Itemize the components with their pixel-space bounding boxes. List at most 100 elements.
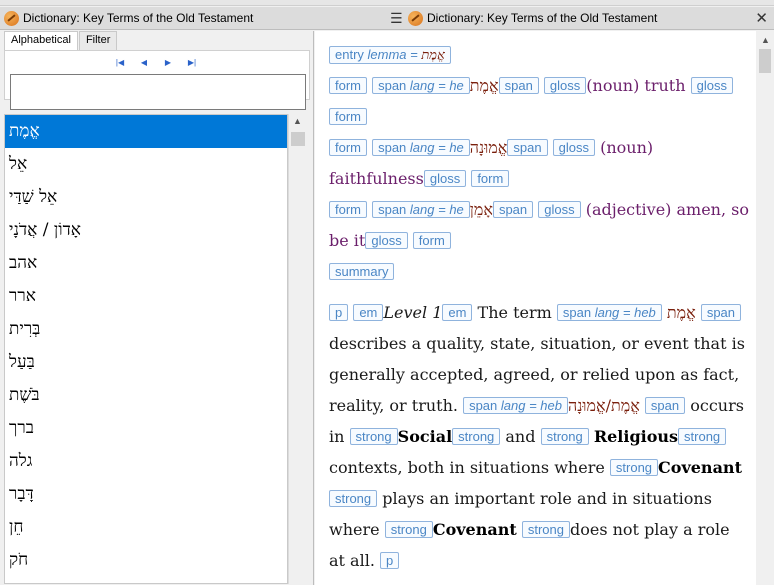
list-item[interactable]: אֵל שַׁדַּי bbox=[5, 181, 287, 214]
word-list-scrollbar[interactable]: ▲ bbox=[288, 114, 307, 584]
list-item[interactable]: גלה bbox=[5, 445, 287, 478]
form-close-tag[interactable]: form bbox=[329, 108, 367, 125]
scroll-up-icon[interactable]: ▲ bbox=[761, 35, 770, 45]
list-item[interactable]: ברך bbox=[5, 412, 287, 445]
scroll-thumb[interactable] bbox=[759, 49, 771, 73]
search-input[interactable] bbox=[10, 74, 306, 110]
close-icon[interactable]: ✕ bbox=[755, 9, 768, 27]
nav-panel: |◀ ◀ ▶ ▶| bbox=[4, 50, 310, 110]
form-close-tag[interactable]: form bbox=[471, 170, 510, 187]
span-close-tag[interactable]: span bbox=[492, 201, 534, 218]
prev-icon[interactable]: ◀ bbox=[135, 56, 153, 70]
strong-tag[interactable]: strong bbox=[540, 428, 589, 445]
article-pane: entry lemma = אֱמֶת form span lang = he א… bbox=[315, 31, 756, 585]
list-item[interactable]: ארר bbox=[5, 280, 287, 313]
list-item-label: אָדוֹן / אֲדֹנָי bbox=[9, 220, 81, 240]
form-tag[interactable]: form bbox=[329, 139, 367, 156]
form-block-1: form span lang = he אֱמֶת span gloss (noun)… bbox=[329, 70, 749, 132]
list-item-label: דָּבָר bbox=[9, 484, 34, 504]
p-tag[interactable]: p bbox=[329, 304, 349, 321]
list-item[interactable]: אהב bbox=[5, 247, 287, 280]
right-titlebar[interactable]: ☰ Dictionary: Key Terms of the Old Testa… bbox=[386, 7, 774, 30]
tab-alphabetical[interactable]: Alphabetical bbox=[4, 31, 78, 50]
span-close-tag[interactable]: span bbox=[507, 139, 548, 156]
form-close-tag[interactable]: form bbox=[412, 232, 451, 249]
strong-close-tag[interactable]: strong bbox=[329, 490, 378, 507]
right-window-title: Dictionary: Key Terms of the Old Testame… bbox=[427, 11, 658, 25]
strong-close-tag[interactable]: strong bbox=[678, 428, 727, 445]
span-close-tag[interactable]: span bbox=[700, 304, 742, 321]
heb-term-1: אֱמֶת bbox=[666, 303, 696, 322]
entry-tag[interactable]: entry lemma = אֱמֶת bbox=[329, 46, 451, 64]
tab-filter[interactable]: Filter bbox=[78, 31, 118, 50]
list-item[interactable]: חֵן bbox=[5, 511, 287, 544]
tab-strip: Alphabetical Filter bbox=[4, 31, 118, 50]
span-lang-tag[interactable]: span lang = he bbox=[372, 139, 470, 156]
article-content: entry lemma = אֱמֶת form span lang = he א… bbox=[329, 39, 749, 576]
strong-tag[interactable]: strong bbox=[384, 521, 433, 538]
text-contexts: contexts, both in situations where bbox=[329, 458, 605, 477]
app-root: Dictionary: Key Terms of the Old Testame… bbox=[0, 0, 774, 585]
heb-term-2: אֱמֶת/אֱמוּנָה bbox=[568, 396, 640, 415]
span-lang-heb-tag[interactable]: span lang = heb bbox=[556, 304, 662, 321]
summary-line: summary bbox=[329, 256, 749, 287]
em-tag[interactable]: em bbox=[353, 304, 384, 321]
gloss-tag[interactable]: gloss bbox=[552, 139, 596, 156]
summary-tag[interactable]: summary bbox=[329, 263, 395, 280]
span-close-tag[interactable]: span bbox=[498, 77, 539, 94]
left-titlebar[interactable]: Dictionary: Key Terms of the Old Testame… bbox=[0, 7, 386, 30]
list-item-label: אֵל שַׁדַּי bbox=[9, 187, 58, 207]
level-label: Level 1 bbox=[383, 303, 443, 322]
form-block-2: form span lang = he אֱמוּנָה span gloss (n… bbox=[329, 132, 749, 194]
list-item[interactable]: אֵל bbox=[5, 148, 287, 181]
list-item-label: אֵל bbox=[9, 154, 28, 174]
list-item-label: בַּעַל bbox=[9, 352, 35, 372]
strong-tag[interactable]: strong bbox=[349, 428, 398, 445]
list-item[interactable]: אֱמֶת bbox=[5, 115, 287, 148]
list-item-label: בְּרִית bbox=[9, 319, 41, 339]
form-tag[interactable]: form bbox=[329, 201, 367, 218]
list-item-label: ארר bbox=[9, 286, 36, 306]
list-item-label: בֹּשֶׁת bbox=[9, 385, 40, 405]
em-close-tag[interactable]: em bbox=[442, 304, 473, 321]
list-item[interactable]: דָּבָר bbox=[5, 478, 287, 511]
gloss-tag[interactable]: gloss bbox=[538, 201, 581, 218]
first-icon[interactable]: |◀ bbox=[111, 56, 129, 70]
gloss-tag[interactable]: gloss bbox=[543, 77, 587, 94]
scroll-thumb[interactable] bbox=[291, 132, 305, 146]
list-item[interactable]: בְּרִית bbox=[5, 313, 287, 346]
strong-close-tag[interactable]: strong bbox=[452, 428, 501, 445]
span-lang-heb-tag[interactable]: span lang = heb bbox=[463, 397, 568, 414]
form-block-3: form span lang = he אָמֵן span gloss (adje… bbox=[329, 194, 749, 256]
last-icon[interactable]: ▶| bbox=[183, 56, 201, 70]
form1-gloss: (noun) truth bbox=[586, 76, 686, 95]
social-term: Social bbox=[397, 427, 453, 446]
word-list[interactable]: אֱמֶת אֵל אֵל שַׁדַּי אָדוֹן / אֲדֹנָי אהב אר… bbox=[4, 114, 288, 584]
nav-buttons: |◀ ◀ ▶ ▶| bbox=[111, 56, 201, 70]
gloss-close-tag[interactable]: gloss bbox=[423, 170, 467, 187]
next-icon[interactable]: ▶ bbox=[159, 56, 177, 70]
list-item[interactable]: חֹק bbox=[5, 544, 287, 577]
span-lang-tag[interactable]: span lang = he bbox=[372, 77, 470, 94]
text-and: and bbox=[505, 427, 536, 446]
text-the-term: The term bbox=[477, 303, 552, 322]
span-lang-tag[interactable]: span lang = he bbox=[372, 201, 470, 218]
article-scrollbar[interactable]: ▲ bbox=[756, 31, 774, 585]
hamburger-menu-icon[interactable]: ☰ bbox=[390, 11, 404, 25]
p-close-tag[interactable]: p bbox=[380, 552, 400, 569]
list-item[interactable]: בֹּשֶׁת bbox=[5, 379, 287, 412]
form-tag[interactable]: form bbox=[329, 77, 367, 94]
strong-close-tag[interactable]: strong bbox=[521, 521, 570, 538]
scroll-up-icon[interactable]: ▲ bbox=[293, 116, 302, 126]
list-item-label: גלה bbox=[9, 451, 33, 471]
list-item[interactable]: אָדוֹן / אֲדֹנָי bbox=[5, 214, 287, 247]
list-item[interactable]: בַּעַל bbox=[5, 346, 287, 379]
gloss-close-tag[interactable]: gloss bbox=[365, 232, 408, 249]
strong-tag[interactable]: strong bbox=[609, 459, 659, 476]
logos-app-icon bbox=[408, 10, 423, 26]
list-item-label: אֱמֶת bbox=[9, 121, 40, 141]
span-close-tag[interactable]: span bbox=[644, 397, 686, 414]
gloss-close-tag[interactable]: gloss bbox=[690, 77, 733, 94]
list-item-label: אהב bbox=[9, 253, 38, 273]
